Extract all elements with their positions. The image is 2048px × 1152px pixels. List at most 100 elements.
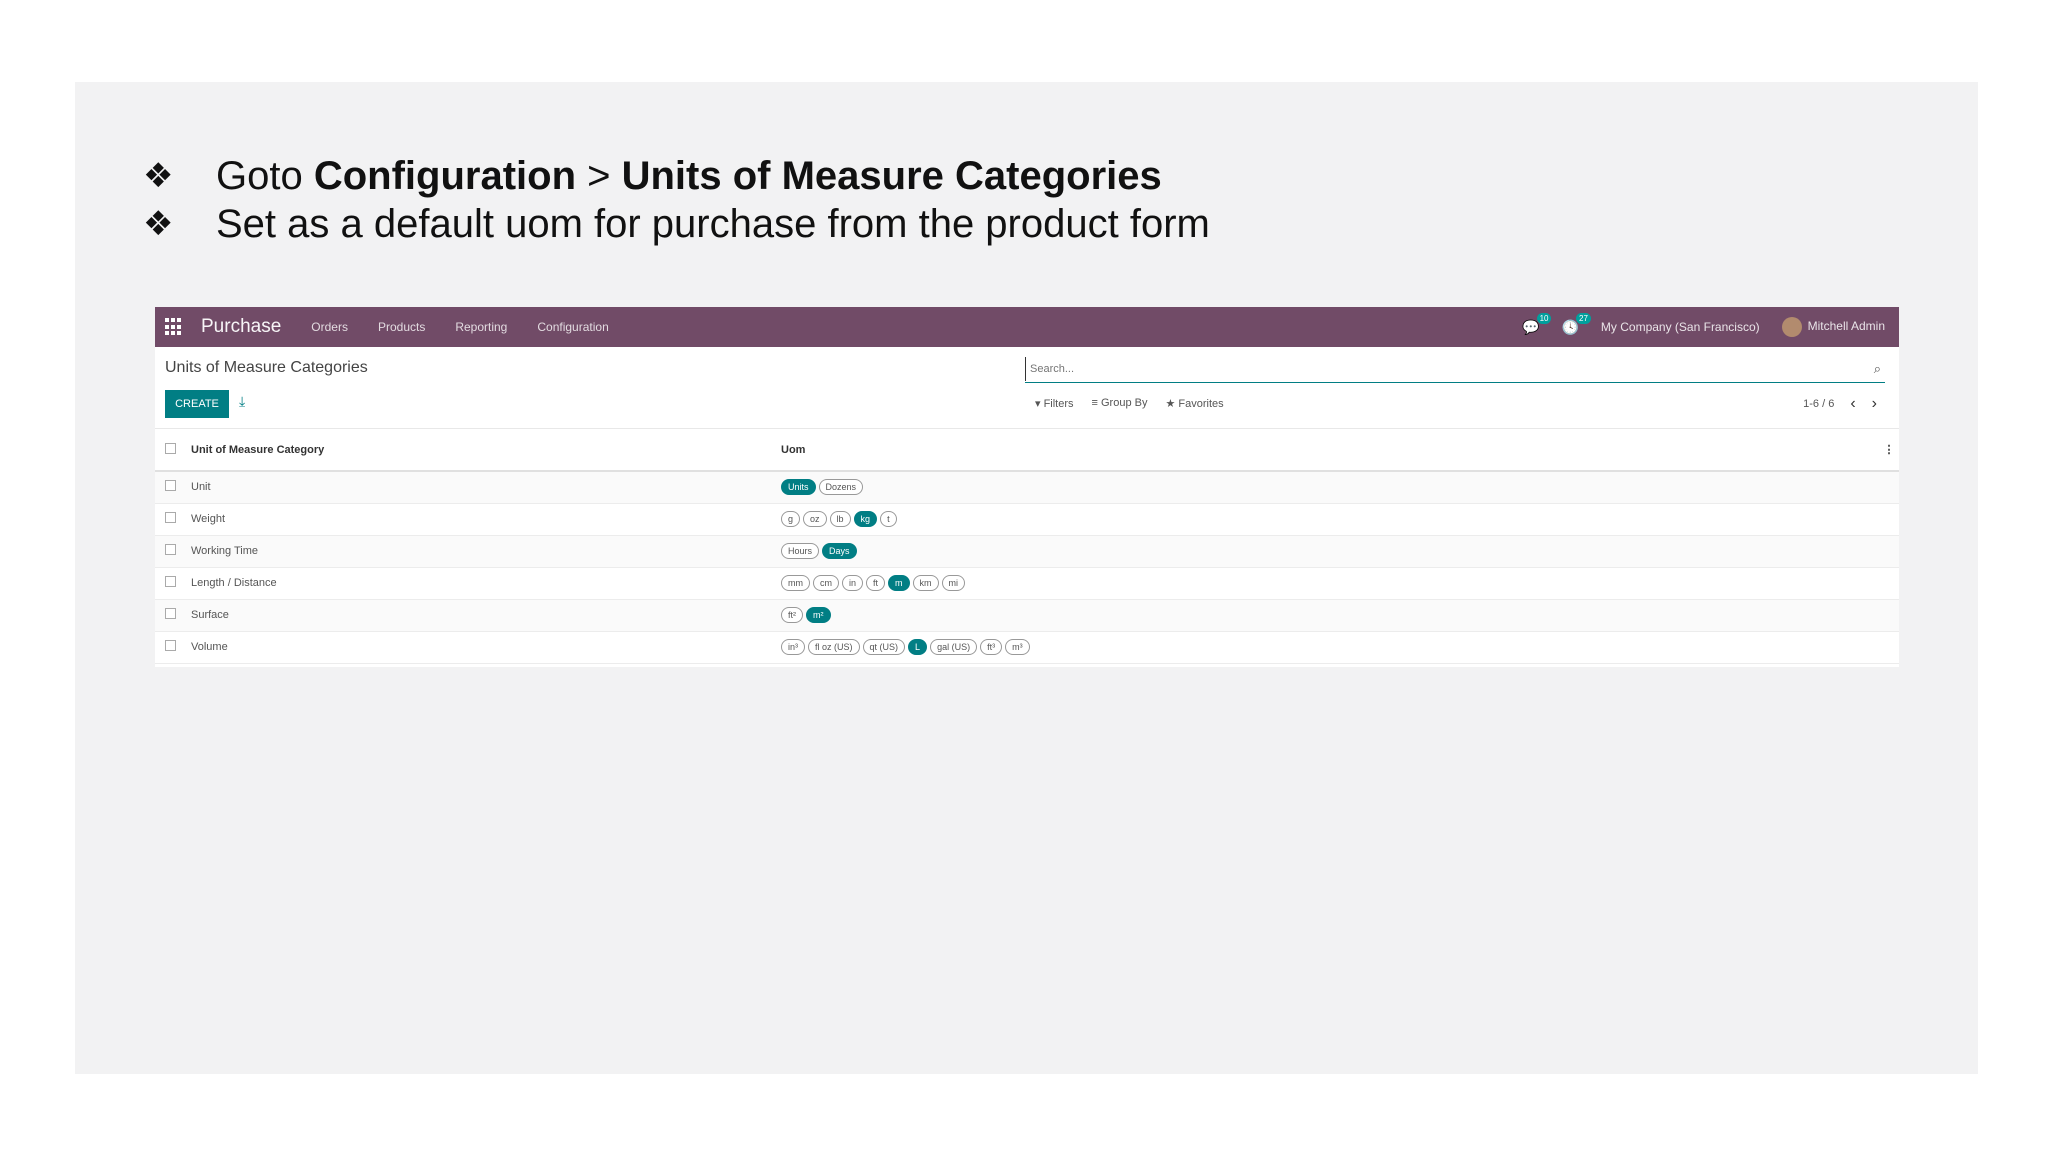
filters-button[interactable]: ▾ Filters (1035, 397, 1074, 410)
row-select-cell (155, 631, 191, 663)
user-name: Mitchell Admin (1807, 319, 1885, 334)
row-select-cell (155, 567, 191, 599)
uom-tag[interactable]: qt (US) (862, 639, 906, 655)
row-checkbox[interactable] (165, 576, 176, 587)
uom-tag-list: ft² m² (781, 607, 1879, 623)
uom-tag-reference[interactable]: Units (781, 479, 816, 496)
activity-clock-icon[interactable]: 🕓 27 (1561, 312, 1591, 336)
menu-reporting[interactable]: Reporting (455, 320, 507, 334)
search-options: ▾ Filters ≡ Group By ★ Favorites (1035, 397, 1224, 410)
row-select-cell (155, 599, 191, 631)
uom-tag-list: in³ fl oz (US) qt (US) Lgal (US) ft³ m³ (781, 639, 1879, 655)
company-switcher[interactable]: My Company (San Francisco) (1601, 320, 1760, 334)
category-name: Unit (191, 481, 211, 494)
avatar (1781, 317, 1802, 337)
uom-tag[interactable]: cm (813, 575, 839, 591)
uom-tag-reference[interactable]: m² (806, 607, 831, 623)
search-icon[interactable]: ⌕ (1874, 361, 1881, 377)
row-spacer (1879, 567, 1899, 599)
odoo-screenshot: Purchase Orders Products Reporting Confi… (155, 307, 1899, 667)
column-header-category[interactable]: Unit of Measure Category (191, 429, 781, 471)
optional-columns-icon[interactable]: ⋮ (1879, 429, 1899, 471)
chevron-right-icon[interactable]: › (1872, 395, 1877, 413)
column-header-uom[interactable]: Uom (781, 429, 1879, 471)
uom-tag[interactable]: Hours (781, 543, 820, 559)
page-title: Units of Measure Categories (165, 359, 368, 376)
table-row[interactable]: Surface ft² m² (155, 599, 1899, 631)
uom-tag[interactable]: g (781, 511, 801, 527)
navbar-right: 💬 10 🕓 27 My Company (San Francisco) Mitch… (1522, 307, 1885, 347)
row-spacer (1879, 535, 1899, 567)
uom-tag[interactable]: mi (941, 575, 966, 591)
diamond-bullet-icon: ❖ (143, 156, 174, 196)
uom-tag[interactable]: m³ (1005, 639, 1030, 655)
row-checkbox[interactable] (165, 512, 176, 523)
chat-icon[interactable]: 💬 10 (1522, 312, 1552, 336)
uom-tag-reference[interactable]: Days (822, 543, 857, 559)
uom-tags-cell: Hours Days (781, 535, 1879, 567)
create-button[interactable]: CREATE (165, 390, 229, 418)
table-row[interactable]: Length / Distance mm cm in ft m km mi (155, 567, 1899, 599)
uom-tag[interactable]: lb (829, 511, 851, 527)
category-name: Working Time (191, 545, 259, 557)
category-name: Weight (191, 513, 226, 525)
row-checkbox[interactable] (165, 640, 176, 651)
table-body: Unit Units Dozens Weight g oz lb kg t Working Tim… (155, 471, 1899, 663)
select-all-checkbox[interactable] (165, 442, 176, 454)
uom-tag[interactable]: Dozens (818, 479, 864, 496)
table-row[interactable]: Working Time Hours Days (155, 535, 1899, 567)
uom-tag-reference[interactable]: kg (853, 511, 878, 527)
uom-tag-reference[interactable]: L (908, 639, 928, 655)
uom-tags-cell: mm cm in ft m km mi (781, 567, 1879, 599)
apps-grid-icon[interactable] (165, 318, 187, 336)
chat-badge: 10 (1536, 312, 1552, 324)
chevron-left-icon[interactable]: ‹ (1850, 395, 1855, 413)
uom-tags-cell: ft² m² (781, 599, 1879, 631)
pager-value[interactable]: 1-6 / 6 (1803, 398, 1834, 410)
bullet-set-default-uom: ❖ Set as a default uom for purchase from… (143, 200, 1210, 248)
category-name: Volume (191, 641, 228, 653)
download-icon[interactable]: ⤓ (239, 393, 245, 410)
menu-products[interactable]: Products (378, 320, 425, 334)
search-input[interactable] (1025, 357, 1885, 381)
menu-orders[interactable]: Orders (311, 320, 348, 334)
uom-tag[interactable]: km (912, 575, 939, 591)
uom-tag[interactable]: mm (781, 575, 810, 591)
uom-tag[interactable]: oz (803, 511, 827, 527)
bullet-configuration: Configuration (313, 153, 577, 198)
row-checkbox[interactable] (165, 608, 176, 619)
row-select-cell (155, 471, 191, 503)
group-by-button[interactable]: ≡ Group By (1092, 397, 1148, 410)
top-navbar: Purchase Orders Products Reporting Confi… (155, 307, 1899, 347)
row-spacer (1879, 599, 1899, 631)
uom-category-table: Unit of Measure Category Uom ⋮ Unit Units… (155, 429, 1899, 664)
uom-tag-list: Units Dozens (781, 479, 1879, 496)
row-checkbox[interactable] (165, 544, 176, 555)
uom-tag[interactable]: gal (US) (930, 639, 978, 655)
uom-tag[interactable]: t (880, 511, 897, 527)
uom-tag[interactable]: ft³ (980, 639, 1003, 655)
row-spacer (1879, 631, 1899, 663)
uom-tag[interactable]: ft (866, 575, 886, 591)
select-all-cell (155, 429, 191, 471)
table-row[interactable]: Unit Units Dozens (155, 471, 1899, 503)
bullet-separator: > (576, 153, 622, 198)
row-checkbox[interactable] (165, 480, 176, 492)
row-select-cell (155, 535, 191, 567)
uom-tag[interactable]: in (842, 575, 864, 591)
favorites-button[interactable]: ★ Favorites (1165, 397, 1223, 410)
table-header-row: Unit of Measure Category Uom ⋮ (155, 429, 1899, 471)
uom-tag-list: Hours Days (781, 543, 1879, 559)
table-row[interactable]: Volume in³ fl oz (US) qt (US) Lgal (US) ft³ m³ (155, 631, 1899, 663)
category-name: Surface (191, 609, 229, 621)
bullet-prefix: Goto (216, 153, 314, 198)
diamond-bullet-icon: ❖ (143, 204, 174, 244)
uom-tag[interactable]: ft² (781, 607, 803, 623)
uom-tag[interactable]: fl oz (US) (808, 639, 860, 655)
uom-tag-reference[interactable]: m (888, 575, 910, 591)
user-menu[interactable]: Mitchell Admin (1781, 317, 1885, 337)
app-brand[interactable]: Purchase (201, 316, 281, 338)
menu-configuration[interactable]: Configuration (537, 320, 608, 334)
uom-tag[interactable]: in³ (781, 639, 806, 655)
table-row[interactable]: Weight g oz lb kg t (155, 503, 1899, 535)
